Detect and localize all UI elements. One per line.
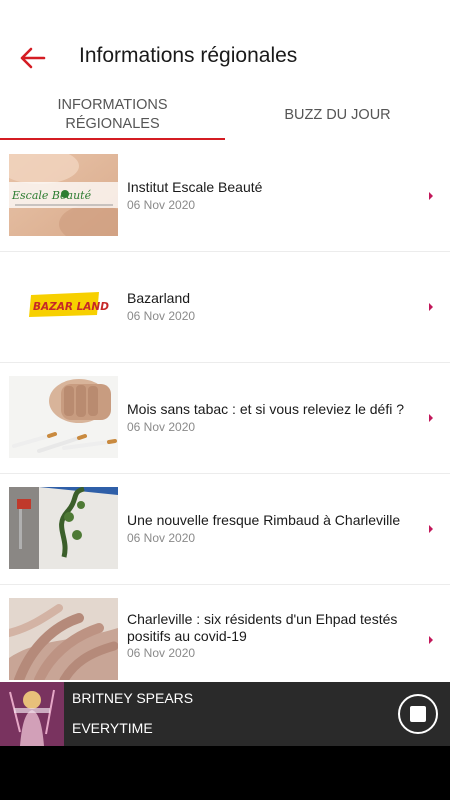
tab-buzz-du-jour[interactable]: BUZZ DU JOUR [225,90,450,140]
back-button[interactable] [14,40,50,76]
article-title: Mois sans tabac : et si vous releviez le… [127,401,405,417]
now-playing-track: EVERYTIME [72,720,153,736]
article-thumbnail [9,598,118,680]
chevron-right-icon [429,525,433,533]
tab-bar: INFORMATIONS RÉGIONALES BUZZ DU JOUR [0,90,450,140]
article-thumbnail: BAZAR LAND [9,265,118,347]
article-thumbnail: Escale Beauté [9,154,118,236]
article-title: Une nouvelle fresque Rimbaud à Charlevil… [127,512,401,528]
list-item[interactable]: Une nouvelle fresque Rimbaud à Charlevil… [0,474,450,584]
article-date: 06 Nov 2020 [127,309,196,323]
chevron-right-icon [429,636,433,644]
chevron-right-icon [429,303,433,311]
stop-button[interactable] [398,694,438,734]
now-playing-bar[interactable]: BRITNEY SPEARS EVERYTIME [0,682,450,746]
list-item[interactable]: Escale Beauté Institut Escale Beauté 06 … [0,141,450,251]
article-title: Charleville : six résidents d'un Ehpad t… [127,611,398,644]
list-item[interactable]: Mois sans tabac : et si vous releviez le… [0,363,450,473]
chevron-right-icon [429,192,433,200]
tab-label: INFORMATIONS RÉGIONALES [57,97,168,132]
article-thumbnail [9,487,118,569]
active-tab-indicator [0,138,225,140]
article-list[interactable]: Escale Beauté Institut Escale Beauté 06 … [0,141,450,682]
app-screen: Informations régionales INFORMATIONS RÉG… [0,0,450,800]
article-date: 06 Nov 2020 [127,646,196,660]
article-title: Bazarland [127,290,191,306]
arrow-left-icon [20,47,46,69]
svg-text:Escale Beauté: Escale Beauté [11,189,92,202]
list-item[interactable]: Charleville : six résidents d'un Ehpad t… [0,585,450,682]
article-thumbnail [9,376,118,458]
top-app-bar: Informations régionales [0,0,450,90]
article-date: 06 Nov 2020 [127,198,196,212]
system-nav-bar [0,746,450,800]
stop-icon [410,706,426,722]
page-title: Informations régionales [79,44,298,67]
chevron-right-icon [429,414,433,422]
now-playing-artist: BRITNEY SPEARS [72,690,194,706]
svg-text:BAZAR LAND: BAZAR LAND [33,301,109,313]
article-title: Institut Escale Beauté [127,179,263,195]
album-cover [0,682,64,746]
tab-label: BUZZ DU JOUR [284,106,391,123]
article-date: 06 Nov 2020 [127,531,196,545]
tab-informations-regionales[interactable]: INFORMATIONS RÉGIONALES [0,90,225,140]
article-date: 06 Nov 2020 [127,420,196,434]
list-item[interactable]: BAZAR LAND Bazarland 06 Nov 2020 [0,252,450,362]
